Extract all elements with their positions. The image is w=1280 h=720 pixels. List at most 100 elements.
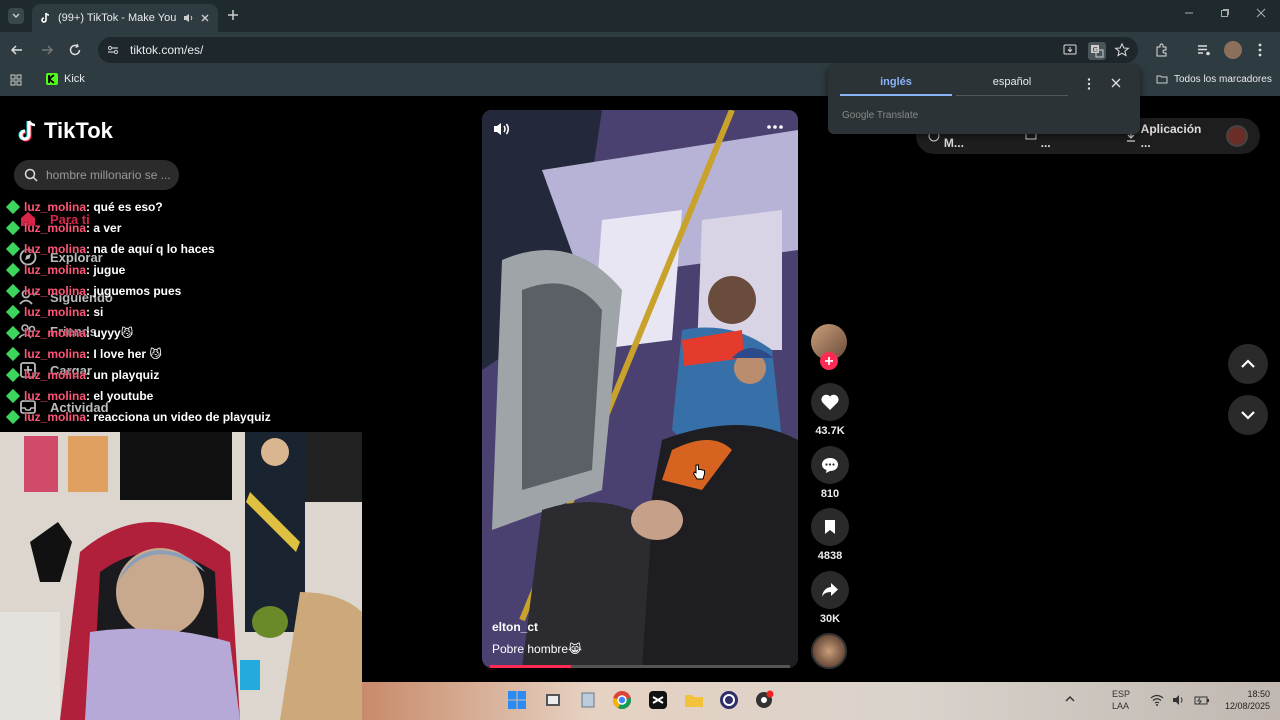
chat-username: luz_molina: [24, 368, 87, 382]
system-tray[interactable]: [1150, 694, 1210, 706]
search-input[interactable]: hombre millonario se ...: [14, 160, 179, 190]
next-video-button[interactable]: [1228, 395, 1268, 435]
taskbar-app-capcut[interactable]: [648, 690, 668, 710]
task-view-button[interactable]: [543, 690, 563, 710]
reload-button[interactable]: [68, 43, 82, 57]
diamond-icon: [5, 409, 21, 425]
close-tab-icon[interactable]: [200, 13, 210, 23]
url-text[interactable]: tiktok.com/es/: [130, 43, 203, 57]
chat-message: luz_molina: a ver: [5, 220, 121, 236]
comment-action[interactable]: 810: [810, 446, 850, 500]
diamond-icon: [5, 367, 21, 383]
hand-cursor-icon: [692, 464, 705, 480]
address-bar[interactable]: tiktok.com/es/: [98, 37, 1138, 63]
translate-button[interactable]: G: [1088, 42, 1106, 60]
previous-video-button[interactable]: [1228, 344, 1268, 384]
chat-text: : jugue: [86, 263, 126, 277]
tray-overflow-button[interactable]: [1064, 694, 1076, 704]
close-icon: [1111, 78, 1121, 88]
diamond-icon: [5, 346, 21, 362]
video-player[interactable]: [482, 110, 798, 668]
video-username[interactable]: elton_ct: [492, 620, 582, 634]
chat-text: : juguemos pues: [86, 284, 182, 298]
input-language-indicator[interactable]: ESP LAA: [1112, 688, 1130, 712]
music-disc[interactable]: [811, 633, 847, 669]
minimize-button[interactable]: [1184, 8, 1194, 18]
profile-avatar[interactable]: [1224, 41, 1242, 59]
capcut-icon: [649, 691, 667, 709]
plus-icon: [825, 357, 833, 365]
chat-message: luz_molina: juguemos pues: [5, 283, 182, 299]
user-avatar[interactable]: [1226, 125, 1248, 147]
tab-divider: [956, 95, 1068, 96]
diamond-icon: [5, 325, 21, 341]
tiktok-logo[interactable]: TikTok: [18, 118, 113, 144]
taskbar-app-chrome[interactable]: [612, 690, 632, 710]
tab-search-button[interactable]: [8, 8, 24, 24]
notepad-icon: [581, 692, 595, 708]
media-control-button[interactable]: [1196, 42, 1212, 58]
all-bookmarks-button[interactable]: Todos los marcadores: [1156, 73, 1272, 85]
video-more-button[interactable]: [766, 124, 784, 130]
save-action[interactable]: 4838: [810, 508, 850, 562]
like-action[interactable]: 43.7K: [810, 383, 850, 437]
extensions-button[interactable]: [1154, 42, 1170, 58]
chat-message: luz_molina: uyyy😼: [5, 325, 133, 341]
chat-text: : si: [86, 305, 104, 319]
minimize-icon: [1185, 12, 1193, 14]
forward-button[interactable]: [40, 43, 54, 57]
tiktok-logo-text: TikTok: [44, 118, 113, 143]
start-button[interactable]: [507, 690, 527, 710]
taskbar-app-explorer[interactable]: [684, 690, 704, 710]
folder-icon: [1156, 75, 1168, 84]
bookmark-kick-label: Kick: [64, 73, 85, 85]
follow-button[interactable]: [820, 352, 838, 370]
share-count: 30K: [819, 613, 841, 625]
apps-grid-icon: [10, 74, 22, 86]
webcam-scene: [0, 432, 362, 720]
translate-popup: inglés español Google Translate: [828, 66, 1140, 134]
share-icon: [822, 583, 838, 597]
plus-icon: [228, 10, 238, 20]
taskbar-clock[interactable]: 18:50 12/08/2025: [1206, 688, 1270, 712]
translate-options-button[interactable]: [1086, 77, 1092, 91]
translate-close-button[interactable]: [1111, 78, 1121, 88]
chat-username: luz_molina: [24, 242, 87, 256]
chevron-up-icon: [1065, 695, 1075, 702]
chat-message: luz_molina: reacciona un video de playqu…: [5, 409, 271, 425]
share-action[interactable]: 30K: [810, 571, 850, 625]
taskbar-app-obs[interactable]: [719, 690, 739, 710]
wifi-icon: [1150, 694, 1164, 706]
browser-menu-button[interactable]: [1256, 42, 1264, 58]
taskbar-app-notepad[interactable]: [578, 690, 598, 710]
diamond-icon: [5, 241, 21, 257]
apps-button[interactable]: [10, 74, 22, 86]
close-icon: [1256, 8, 1266, 18]
tab-tiktok[interactable]: (99+) TikTok - Make Your Da: [32, 4, 218, 32]
chat-username: luz_molina: [24, 263, 87, 277]
bookmark-kick[interactable]: Kick: [46, 73, 85, 85]
bookmark-star-button[interactable]: [1114, 42, 1130, 58]
chevron-up-icon: [1241, 359, 1255, 368]
chevron-down-icon: [1241, 411, 1255, 420]
site-info-icon[interactable]: [106, 43, 120, 57]
chat-username: luz_molina: [24, 200, 87, 214]
restore-button[interactable]: [1220, 8, 1230, 18]
install-icon: [1063, 44, 1077, 55]
close-window-button[interactable]: [1256, 8, 1266, 18]
chat-message: luz_molina: qué es eso?: [5, 199, 163, 215]
kebab-menu-icon: [1087, 78, 1091, 90]
lang-spanish-tab[interactable]: español: [956, 76, 1068, 88]
more-horizontal-icon: [767, 125, 783, 129]
lang-english-tab[interactable]: inglés: [840, 76, 952, 88]
arrow-left-icon: [10, 45, 22, 55]
speaker-icon[interactable]: [182, 12, 194, 24]
install-app-button[interactable]: [1062, 42, 1078, 58]
search-placeholder: hombre millonario se ...: [46, 168, 171, 182]
chat-message: luz_molina: jugue: [5, 262, 126, 278]
taskbar-app-recorder[interactable]: [754, 690, 774, 710]
new-tab-button[interactable]: [226, 8, 240, 22]
back-button[interactable]: [10, 43, 24, 57]
lang-layout: LAA: [1112, 701, 1130, 711]
mute-button[interactable]: [492, 120, 512, 138]
